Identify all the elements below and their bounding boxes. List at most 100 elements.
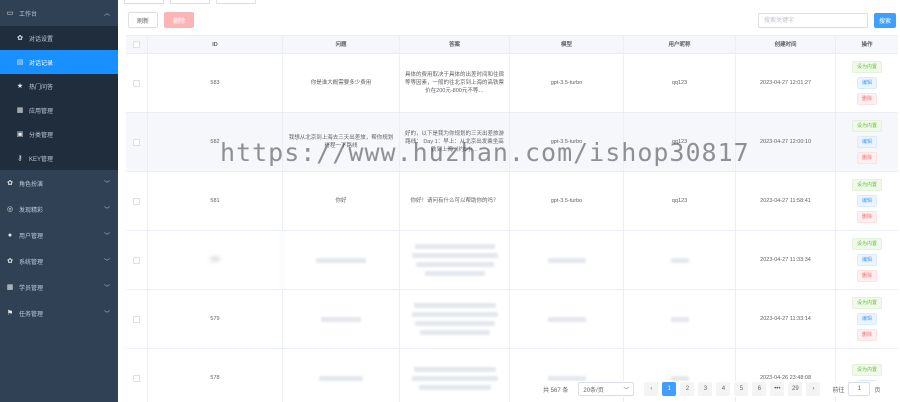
delete-button[interactable]: 删除 xyxy=(164,12,195,28)
sidebar-item-user-manage[interactable]: ● 用户管理 ﹀ xyxy=(0,222,118,248)
table-row: 580 2023-04-27 11:33:34 设为内置 编辑 删除 xyxy=(126,231,898,290)
row-select[interactable] xyxy=(126,349,148,402)
refresh-button[interactable]: 刷新 xyxy=(128,12,159,28)
checkbox[interactable] xyxy=(133,79,140,87)
cell-model xyxy=(510,231,624,289)
pagination-total: 共 567 条 xyxy=(543,387,569,394)
header-id: ID xyxy=(148,36,283,53)
delete-row-button[interactable]: 删除 xyxy=(856,152,877,164)
cell-question: 你好 xyxy=(283,172,400,230)
sidebar-item-label: 对话记录 xyxy=(29,60,54,67)
delete-row-button[interactable]: 删除 xyxy=(856,211,877,223)
more-pages-button[interactable]: ••• xyxy=(770,382,785,396)
cell-model: gpt-3.5-turbo xyxy=(510,54,624,112)
gear-icon: ✿ xyxy=(7,258,13,265)
page-button[interactable]: 4 xyxy=(716,382,731,396)
sidebar-item-label: 分类管理 xyxy=(29,132,54,139)
cell-question xyxy=(283,349,400,402)
page-button[interactable]: 2 xyxy=(680,382,695,396)
table-row: 579 2023-04-27 11:33:14 设为内置 编辑 删除 xyxy=(126,290,898,349)
sidebar-item-key-manage[interactable]: ⚷ KEY管理 xyxy=(0,146,118,170)
chevron-down-icon: ﹀ xyxy=(103,181,110,188)
sidebar-item-category-manage[interactable]: ▣ 分类管理 xyxy=(0,122,118,146)
page-button[interactable]: 29 xyxy=(788,382,803,396)
set-hot-button[interactable]: 设为内置 xyxy=(851,179,882,191)
sidebar-item-label: 应用管理 xyxy=(29,108,54,115)
chat-record-icon: ▤ xyxy=(16,59,24,66)
edit-button[interactable]: 编辑 xyxy=(856,136,877,148)
set-hot-button[interactable]: 设为内置 xyxy=(851,297,882,309)
tab-placeholder[interactable] xyxy=(170,0,210,4)
key-icon: ⚷ xyxy=(17,155,23,162)
redacted-bar xyxy=(414,244,495,249)
redacted-bar xyxy=(547,375,586,381)
header-select-all[interactable] xyxy=(126,36,148,53)
row-select[interactable] xyxy=(126,113,148,171)
delete-row-button[interactable]: 删除 xyxy=(856,270,877,282)
page-size-select[interactable]: 20条/页 ﹀ xyxy=(578,382,635,396)
tab-placeholder[interactable] xyxy=(124,0,164,4)
sidebar-item-student-manage[interactable]: ▦ 学员管理 ﹀ xyxy=(0,274,118,300)
chevron-down-icon: ﹀ xyxy=(103,285,110,292)
page-button[interactable]: 5 xyxy=(734,382,749,396)
answer-text: 你好！请问有什么可以帮助你的吗？ xyxy=(410,198,499,204)
grid-icon: ▦ xyxy=(6,284,14,291)
cell-question xyxy=(283,290,400,348)
set-hot-button[interactable]: 设为内置 xyxy=(851,61,882,73)
set-hot-button[interactable]: 设为内置 xyxy=(851,120,882,132)
edit-button[interactable]: 编辑 xyxy=(856,313,877,325)
sidebar-item-roleplay[interactable]: ✿ 角色扮演 ﹀ xyxy=(0,170,118,196)
sidebar-item-task-manage[interactable]: ⚑ 任务管理 ﹀ xyxy=(0,300,118,326)
main-content: 刷新 删除 搜索 ID 问题 答案 模型 用户昵称 创建时间 操作 583 你是… xyxy=(118,0,900,402)
redacted-bar xyxy=(413,366,496,372)
delete-row-button[interactable]: 删除 xyxy=(856,329,877,341)
set-hot-button[interactable]: 设为内置 xyxy=(851,238,882,250)
answer-text: 具体的费用取决于具体的出差时间和住宿等等因素，一般的往北京到上海的高铁票价在20… xyxy=(404,72,504,94)
sidebar-item-label: 用户管理 xyxy=(19,233,44,240)
tab-placeholder[interactable] xyxy=(216,0,256,4)
set-hot-button[interactable]: 设为内置 xyxy=(851,364,882,376)
sidebar-item-system-manage[interactable]: ✿ 系统管理 ﹀ xyxy=(0,248,118,274)
goto-label: 前往 xyxy=(832,387,845,394)
sidebar-item-chat-records[interactable]: ▤ 对话记录 xyxy=(0,50,118,74)
page-button[interactable]: 3 xyxy=(698,382,713,396)
page-button[interactable]: 1 xyxy=(662,382,677,396)
sidebar-item-hot-qa[interactable]: ★ 热门问答 xyxy=(0,74,118,98)
search-button[interactable]: 搜索 xyxy=(874,13,896,28)
edit-button[interactable]: 编辑 xyxy=(856,195,877,207)
delete-row-button[interactable]: 删除 xyxy=(856,93,877,105)
sidebar-item-chat-settings[interactable]: ✿ 对话设置 xyxy=(0,26,118,50)
cell-id: 583 xyxy=(148,54,283,112)
checkbox[interactable] xyxy=(133,138,140,146)
prev-page-button[interactable]: ‹ xyxy=(644,382,659,396)
sidebar-item-discover[interactable]: ◎ 发现精彩 ﹀ xyxy=(0,196,118,222)
header-time: 创建时间 xyxy=(736,36,836,53)
cell-answer xyxy=(400,349,510,402)
cell-answer xyxy=(400,290,510,348)
cell-time: 2023-04-27 11:33:34 xyxy=(736,231,836,289)
sidebar-item-workbench[interactable]: ▭ 工作台 ︿ xyxy=(0,0,118,26)
redacted-bar xyxy=(411,312,498,317)
checkbox[interactable] xyxy=(133,315,140,323)
cell-model: gpt-3.5-turbo xyxy=(510,172,624,230)
row-select[interactable] xyxy=(126,231,148,289)
checkbox[interactable] xyxy=(133,256,140,264)
sidebar-item-label: 发现精彩 xyxy=(19,207,44,214)
row-select[interactable] xyxy=(126,290,148,348)
next-page-button[interactable]: › xyxy=(806,382,821,396)
row-select[interactable] xyxy=(126,54,148,112)
edit-button[interactable]: 编辑 xyxy=(856,77,877,89)
goto-page-input[interactable]: 1 xyxy=(848,382,871,396)
sidebar-item-app-manage[interactable]: ▦ 应用管理 xyxy=(0,98,118,122)
chevron-left-icon: ‹ xyxy=(650,386,653,392)
sidebar-item-label: 系统管理 xyxy=(19,259,44,266)
checkbox[interactable] xyxy=(133,41,140,48)
checkbox[interactable] xyxy=(133,374,140,382)
checkbox[interactable] xyxy=(133,197,140,205)
header-user: 用户昵称 xyxy=(624,36,736,53)
page-button[interactable]: 6 xyxy=(752,382,767,396)
search-input[interactable] xyxy=(758,13,868,28)
row-select[interactable] xyxy=(126,172,148,230)
page-size-value: 20条/页 xyxy=(583,387,604,394)
edit-button[interactable]: 编辑 xyxy=(856,254,877,266)
